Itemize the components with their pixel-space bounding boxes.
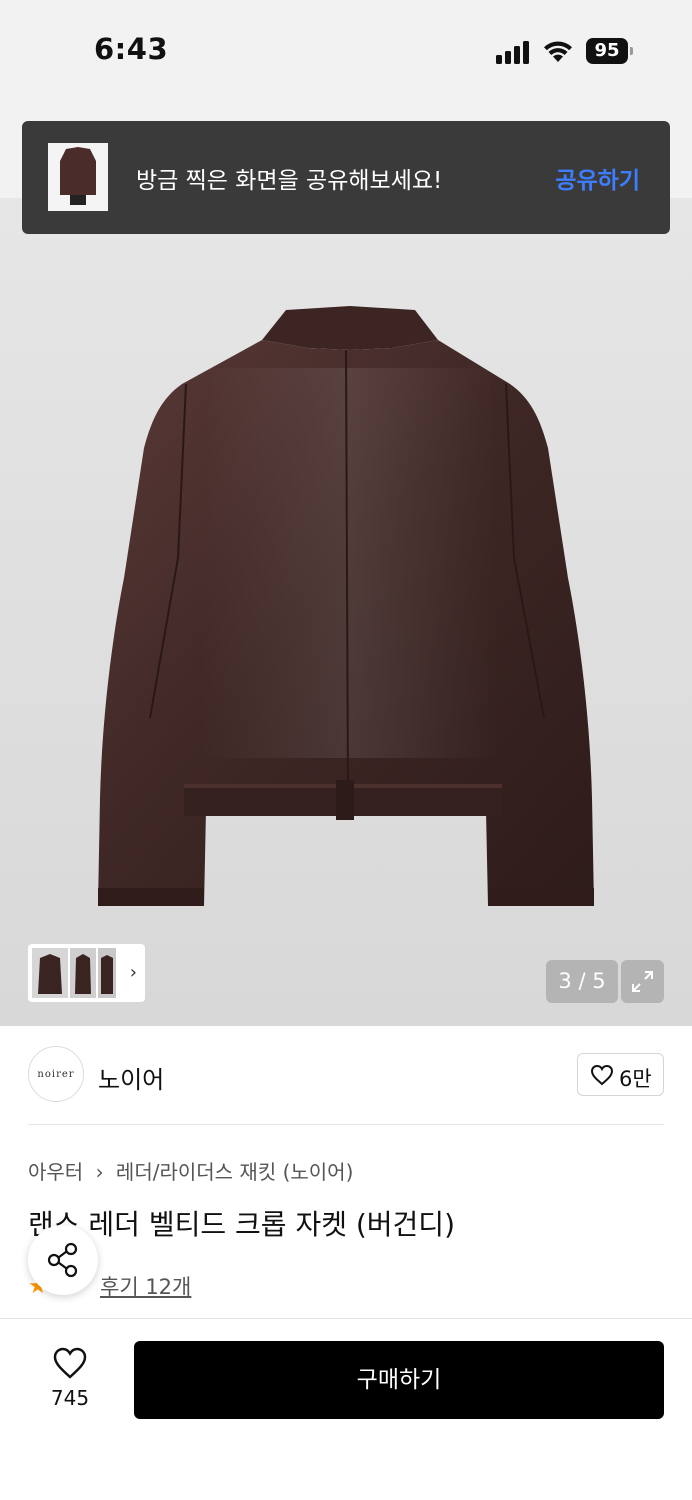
reviews-link[interactable]: 후기 12개 bbox=[100, 1271, 191, 1301]
brand-name[interactable]: 노이어 bbox=[98, 1060, 164, 1095]
share-button[interactable] bbox=[28, 1225, 98, 1295]
expand-icon bbox=[632, 971, 653, 992]
product-image[interactable] bbox=[0, 198, 692, 1026]
buy-button[interactable]: 구매하기 bbox=[134, 1341, 664, 1419]
signal-icon bbox=[496, 40, 532, 64]
battery-icon: 95 bbox=[586, 38, 634, 64]
heart-icon bbox=[590, 1064, 614, 1086]
screenshot-thumbnail[interactable] bbox=[48, 143, 108, 211]
divider bbox=[28, 1124, 664, 1125]
toast-message: 방금 찍은 화면을 공유해보세요! bbox=[136, 168, 443, 194]
status-time: 6:43 bbox=[94, 32, 169, 66]
wifi-icon bbox=[544, 41, 572, 62]
brand-logo[interactable]: noirer bbox=[28, 1046, 84, 1102]
image-counter: 3 / 5 bbox=[546, 960, 618, 1003]
wishlist-count: 745 bbox=[50, 1386, 90, 1410]
thumbnail-images bbox=[32, 948, 116, 998]
share-toast: 방금 찍은 화면을 공유해보세요! 공유하기 bbox=[22, 121, 670, 234]
gallery-thumbnails[interactable]: › bbox=[28, 944, 145, 1002]
expand-button[interactable] bbox=[621, 960, 664, 1003]
brand-like-button[interactable]: 6만 bbox=[577, 1053, 664, 1096]
product-title: 랜스 레더 벨티드 크롭 자켓 (버건디) bbox=[28, 1208, 455, 1241]
status-bar: 6:43 95 bbox=[0, 0, 692, 100]
bottom-bar-divider bbox=[0, 1318, 692, 1319]
brand-like-count: 6만 bbox=[619, 1067, 652, 1091]
breadcrumb-separator: › bbox=[95, 1160, 104, 1184]
battery-level: 95 bbox=[586, 38, 628, 64]
jacket-image bbox=[98, 306, 594, 906]
toast-share-button[interactable]: 공유하기 bbox=[555, 161, 640, 195]
breadcrumb: 아우터 › 레더/라이더스 재킷 (노이어) bbox=[28, 1156, 353, 1185]
share-icon bbox=[47, 1242, 78, 1278]
wishlist-heart-icon[interactable] bbox=[52, 1346, 88, 1380]
chevron-right-icon: › bbox=[129, 962, 137, 983]
breadcrumb-subcategory[interactable]: 레더/라이더스 재킷 (노이어) bbox=[116, 1160, 353, 1184]
breadcrumb-category[interactable]: 아우터 bbox=[28, 1160, 83, 1184]
